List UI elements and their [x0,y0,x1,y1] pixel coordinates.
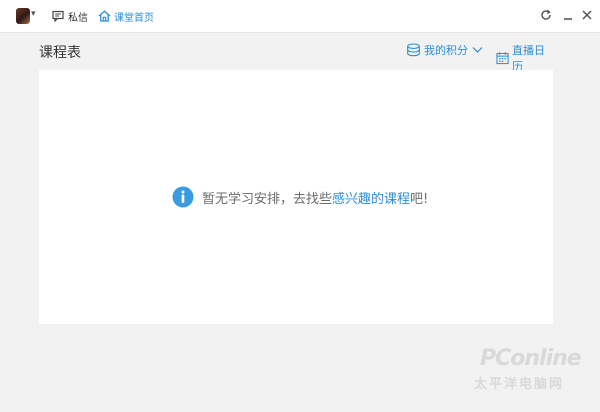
home-label: 课堂首页 [114,12,154,24]
my-points-label: 我的积分 [424,44,468,57]
messages-button[interactable]: 私信 [52,8,88,24]
refresh-icon [541,9,551,20]
chevron-down-icon[interactable]: ▾ [31,9,36,19]
minimize-button[interactable] [561,8,575,22]
avatar[interactable] [16,8,30,24]
info-icon [172,186,194,208]
empty-state-message: 暂无学习安排，去找些 感兴趣的课程 吧! [172,186,428,208]
watermark-subtitle: 太平洋电脑网 [474,377,565,392]
message-icon [52,10,64,22]
interesting-courses-link[interactable]: 感兴趣的课程 [332,188,410,207]
chevron-down-icon [472,47,483,53]
empty-state-suffix: 吧! [410,191,429,207]
refresh-button[interactable] [539,8,553,22]
home-tab[interactable]: 课堂首页 [98,8,154,24]
page-title: 课程表 [39,45,81,61]
home-icon [98,10,111,22]
page-header: 课程表 我的积分 直播日历 [39,40,553,73]
coins-icon [407,43,420,57]
top-toolbar: ▾ 私信 课堂首页 [0,0,600,33]
calendar-icon [496,52,509,65]
watermark-logo: PConline [480,346,582,371]
watermark: PConline 太平洋电脑网 [472,346,588,396]
my-points-dropdown[interactable]: 我的积分 [406,42,486,58]
schedule-panel: 暂无学习安排，去找些 感兴趣的课程 吧! [39,70,553,324]
close-icon [582,10,592,20]
close-button[interactable] [580,8,594,22]
messages-label: 私信 [68,12,88,24]
minimize-icon [564,18,572,20]
empty-state-text: 暂无学习安排，去找些 [202,191,333,207]
